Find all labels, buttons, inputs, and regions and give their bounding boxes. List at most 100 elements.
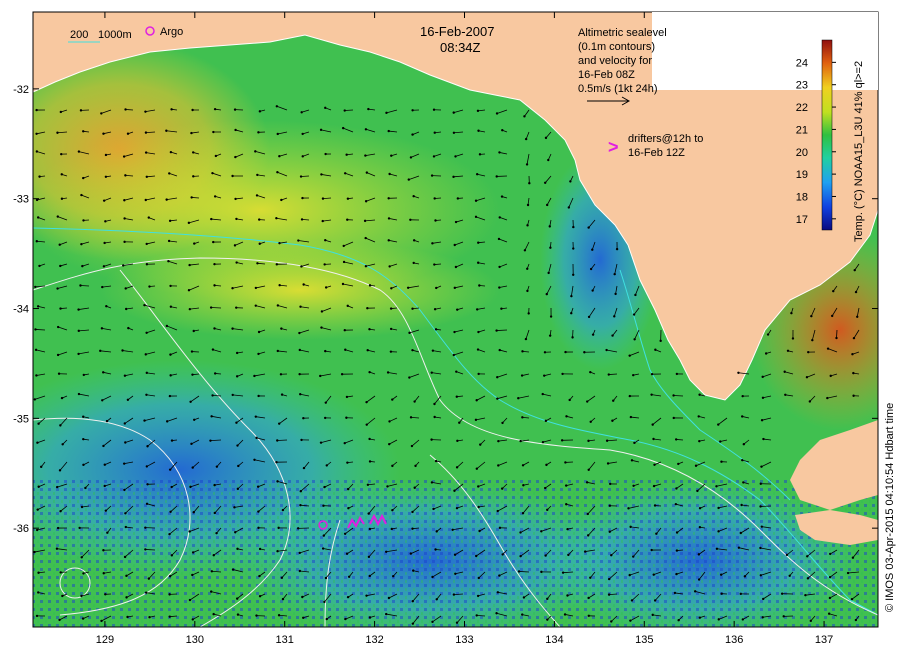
velocity-arrow-head: [852, 336, 856, 340]
velocity-arrow-head: [412, 239, 416, 242]
velocity-arrow-head: [236, 444, 239, 447]
velocity-arrow-head: [36, 508, 39, 511]
velocity-arrow-head: [300, 111, 303, 114]
velocity-arrow-head: [169, 150, 173, 154]
velocity-arrow-head: [102, 572, 105, 575]
velocity-arrow-head: [320, 310, 324, 313]
velocity-arrow-head: [675, 549, 679, 552]
velocity-arrow-head: [147, 577, 151, 580]
velocity-arrow-head: [698, 526, 702, 529]
velocity-arrow-head: [452, 593, 456, 596]
velocity-arrow-head: [212, 612, 215, 616]
velocity-arrow-head: [452, 353, 456, 357]
velocity-arrow-head: [123, 240, 126, 244]
velocity-arrow-head: [411, 307, 414, 310]
velocity-arrow-head: [122, 155, 126, 158]
velocity-arrow-head: [526, 224, 529, 227]
velocity-arrow-head: [165, 129, 168, 132]
altimetry-note-line2: (0.1m contours): [578, 41, 655, 53]
colorbar-tick-label: 23: [796, 80, 808, 92]
velocity-arrow-head: [258, 218, 261, 221]
velocity-arrow-head: [38, 264, 41, 268]
velocity-arrow-head: [234, 531, 237, 534]
velocity-arrow-head: [475, 467, 479, 470]
velocity-arrow-head: [519, 531, 522, 534]
velocity-arrow-head: [456, 197, 460, 200]
x-tick-label: 130: [186, 634, 204, 646]
velocity-arrow-head: [323, 600, 326, 604]
velocity-arrow-head: [368, 284, 372, 287]
velocity-arrow-head: [548, 225, 551, 228]
velocity-arrow-head: [561, 571, 565, 574]
velocity-arrow-head: [496, 509, 499, 513]
velocity-arrow-head: [58, 469, 62, 472]
velocity-arrow-head: [454, 155, 457, 158]
velocity-arrow-head: [433, 131, 436, 134]
velocity-arrow-head: [37, 591, 40, 594]
velocity-arrow-head: [571, 336, 574, 339]
velocity-arrow-head: [589, 267, 593, 271]
velocity-arrow-head: [236, 487, 240, 491]
velocity-arrow-head: [256, 485, 260, 488]
altimetry-note-line4: 16-Feb 08Z: [578, 69, 635, 81]
velocity-arrow-head: [672, 394, 675, 397]
velocity-arrow-head: [35, 150, 39, 153]
velocity-arrow-head: [453, 243, 456, 247]
velocity-arrow: [519, 571, 530, 573]
velocity-arrow-head: [99, 349, 102, 353]
velocity-arrow-head: [233, 108, 237, 111]
drifter-note-line1: drifters@12h to: [628, 133, 703, 145]
velocity-arrow-head: [322, 504, 325, 507]
velocity-arrow-head: [77, 150, 81, 153]
velocity-arrow-head: [344, 348, 347, 351]
velocity-arrow-head: [452, 175, 455, 179]
altimetry-note-line1: Altimetric sealevel: [578, 27, 667, 39]
velocity-arrow-head: [474, 199, 478, 202]
velocity-arrow-head: [56, 215, 60, 218]
velocity-arrow-head: [233, 244, 237, 247]
velocity-arrow-head: [546, 597, 549, 601]
velocity-arrow-head: [650, 548, 653, 552]
velocity-arrow-head: [832, 289, 835, 293]
velocity-arrow-head: [212, 240, 215, 244]
velocity-arrow-head: [82, 463, 85, 467]
image-time: 08:34Z: [440, 40, 481, 55]
velocity-arrow-head: [477, 576, 481, 580]
velocity-arrow-head: [572, 225, 575, 229]
velocity-arrow-head: [169, 353, 172, 356]
velocity-arrow-head: [406, 286, 410, 289]
velocity-arrow-head: [321, 219, 324, 223]
velocity-arrow-head: [123, 217, 126, 220]
sst-map: 129 130 131 132 133 134 135 136 137 -32 -33 -34 -35…: [13, 11, 896, 646]
velocity-arrow-head: [123, 422, 127, 425]
velocity-arrow-head: [501, 128, 504, 132]
velocity-arrow-head: [583, 351, 586, 354]
colorbar-tick-label: 20: [796, 147, 808, 159]
velocity-arrow-head: [300, 265, 303, 268]
velocity-arrow-head: [458, 421, 461, 424]
velocity-arrow-head: [739, 531, 743, 535]
velocity-arrow-head: [850, 597, 854, 601]
velocity-arrow-head: [546, 618, 549, 621]
velocity-arrow-head: [187, 289, 191, 292]
altimetry-note-line3: and velocity for: [578, 55, 652, 67]
velocity-arrow-head: [387, 217, 391, 220]
x-tick-label: 131: [276, 634, 294, 646]
velocity-arrow-head: [586, 400, 589, 403]
velocity-arrow-head: [455, 621, 459, 624]
velocity-arrow-head: [433, 402, 436, 406]
velocity-arrow-head: [629, 619, 632, 622]
velocity-arrow-head: [324, 349, 327, 353]
velocity-arrow-head: [364, 128, 368, 131]
velocity-arrow-head: [60, 173, 63, 176]
velocity-arrow-head: [35, 614, 39, 618]
velocity-arrow-head: [236, 613, 240, 616]
velocity-arrow-head: [677, 619, 680, 622]
velocity-arrow-head: [742, 443, 746, 446]
velocity-arrow-head: [278, 422, 281, 425]
velocity-arrow-head: [829, 552, 832, 556]
velocity-arrow-head: [786, 349, 790, 353]
colorbar-gradient: [821, 39, 833, 231]
velocity-arrow-head: [106, 531, 109, 534]
velocity-arrow-head: [629, 415, 633, 419]
